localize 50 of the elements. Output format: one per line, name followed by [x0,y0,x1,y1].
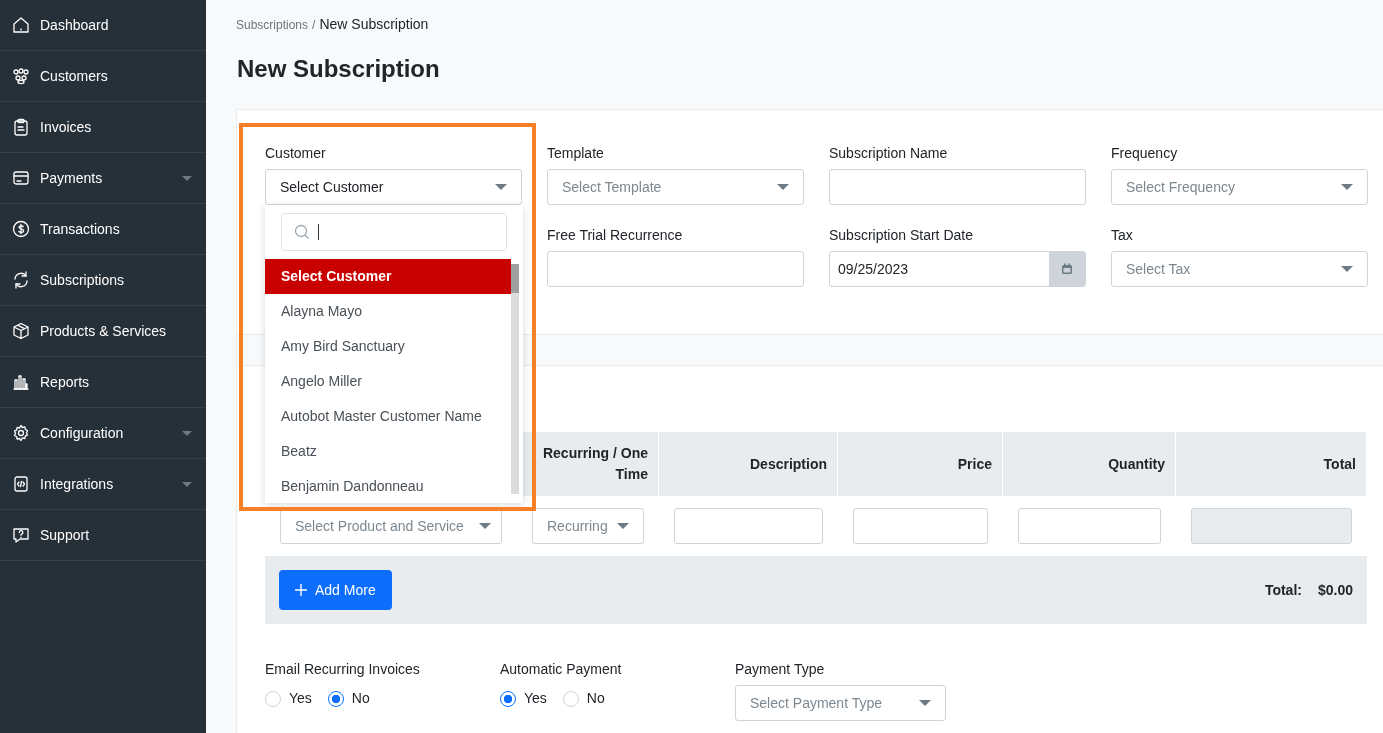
field-label: Template [547,144,605,163]
sidebar-item[interactable]: Reports [0,357,206,408]
sidebar-item[interactable]: Dashboard [0,0,206,51]
radio-option[interactable]: Yes [265,688,312,709]
field-label: Frequency [1111,144,1179,163]
dropdown-option[interactable]: Benjamin Dandonneau [265,469,511,504]
dropdown-option[interactable]: Alayna Mayo [265,294,511,329]
column-header: Quantity [1003,432,1176,496]
radio-option[interactable]: Yes [500,688,547,709]
column-header: Total [1176,432,1367,496]
breadcrumb-separator: / [311,18,317,32]
field-label: Subscription Name [829,144,949,163]
breadcrumb-current: New Subscription [319,16,429,32]
column-header: Price [838,432,1003,496]
select-field[interactable]: Select Frequency [1111,169,1368,205]
add-more-button[interactable]: Add More [279,570,392,610]
select-field[interactable]: Select Payment Type [735,685,946,721]
sidebar-item[interactable]: Subscriptions [0,255,206,306]
total-value: $0.00 [1317,580,1353,600]
sidebar-item[interactable]: Payments [0,153,206,204]
dropdown-option[interactable]: Amy Bird Sanctuary [265,329,511,364]
page-title: New Subscription [237,54,441,84]
field-label: Email Recurring Invoices [265,660,421,679]
select-field[interactable]: Recurring [532,508,644,544]
field-label: Subscription Start Date [829,226,974,245]
sidebar-item[interactable]: Integrations [0,459,206,510]
sidebar-item[interactable]: Customers [0,51,206,102]
select-field[interactable]: Select Tax [1111,251,1368,287]
total-label: Total: [1264,580,1302,600]
field-label: Tax [1111,226,1134,245]
dropdown-option[interactable]: Select Customer [265,259,511,294]
sidebar-item[interactable]: Transactions [0,204,206,255]
sidebar-item[interactable]: Invoices [0,102,206,153]
radio-option[interactable]: No [327,688,370,709]
sidebar-item[interactable]: Products & Services [0,306,206,357]
field-label: Customer [265,144,327,163]
date-field[interactable]: 09/25/2023 [829,251,1086,287]
radio-option[interactable]: No [562,688,605,709]
select-field[interactable]: Select Customer [265,169,522,205]
dropdown-option[interactable]: Autobot Master Customer Name [265,399,511,434]
field-label: Automatic Payment [500,660,623,679]
dropdown-option[interactable]: Beatz [265,434,511,469]
field-label: Payment Type [735,660,826,679]
breadcrumb-link[interactable]: Subscriptions [236,18,309,32]
sidebar-item[interactable]: Configuration [0,408,206,459]
dropdown-option[interactable]: Angelo Miller [265,364,511,399]
column-header: Description [659,432,838,496]
select-field[interactable]: Select Template [547,169,804,205]
sidebar-item[interactable]: Support [0,510,206,561]
field-label: Free Trial Recurrence [547,226,684,245]
